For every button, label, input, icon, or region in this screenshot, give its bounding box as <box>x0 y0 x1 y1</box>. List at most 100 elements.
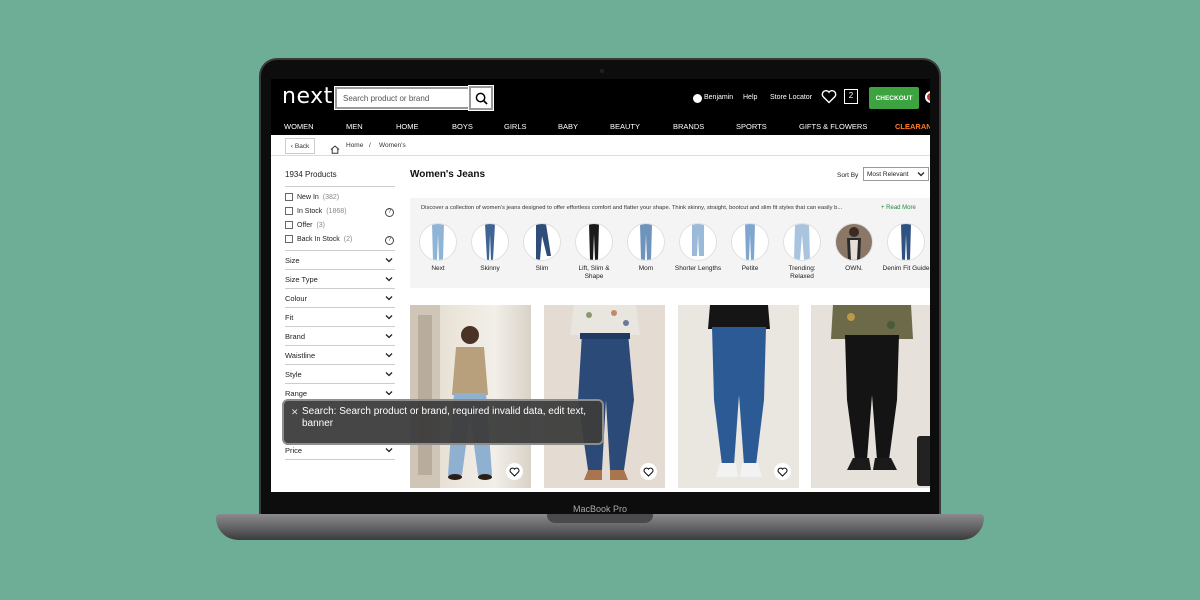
country-flag-icon[interactable] <box>925 91 930 103</box>
category-label: Skinny <box>480 265 500 272</box>
nav-women[interactable]: WOMEN <box>284 122 314 131</box>
filter-label: Brand <box>285 332 306 341</box>
nav-baby[interactable]: BABY <box>558 122 578 131</box>
nav-beauty[interactable]: BEAUTY <box>610 122 640 131</box>
checkbox-label: Offer <box>297 221 313 229</box>
filter-label: Size <box>285 256 300 265</box>
filter-label: Size Type <box>285 275 318 284</box>
filter-checkbox-new-in[interactable]: New In (382) <box>285 193 339 201</box>
heart-icon[interactable] <box>506 463 523 480</box>
search-button[interactable] <box>468 85 494 111</box>
nav-sports[interactable]: SPORTS <box>736 122 767 131</box>
next-logo[interactable]: next <box>282 84 333 109</box>
account-icon[interactable] <box>693 94 702 103</box>
checkbox[interactable] <box>285 221 293 229</box>
page-title: Women's Jeans <box>410 169 485 180</box>
breadcrumb-home[interactable]: Home <box>346 142 363 149</box>
category-label: Denim Fit Guide <box>882 265 930 272</box>
filter-size-type[interactable]: Size Type <box>285 270 395 289</box>
filter-brand[interactable]: Brand <box>285 327 395 346</box>
nav-home[interactable]: HOME <box>396 122 419 131</box>
checkbox[interactable] <box>285 207 293 215</box>
nav-clearance[interactable]: CLEARAN <box>895 122 930 131</box>
category-mom[interactable]: Mom <box>621 223 671 273</box>
filter-colour[interactable]: Colour <box>285 289 395 308</box>
chevron-down-icon <box>917 171 925 179</box>
checkbox-label: In Stock <box>297 207 323 215</box>
divider <box>285 186 395 187</box>
promo-description: Discover a collection of women's jeans d… <box>421 205 843 211</box>
back-button[interactable]: ‹ Back <box>285 138 315 154</box>
chevron-down-icon <box>385 351 393 360</box>
checkbox-label: Back In Stock <box>297 235 340 243</box>
main-nav: WOMEN MEN HOME BOYS GIRLS BABY BEAUTY BR… <box>271 120 930 135</box>
nav-men[interactable]: MEN <box>346 122 363 131</box>
chevron-down-icon <box>385 256 393 265</box>
base-notch <box>547 514 653 523</box>
filter-style[interactable]: Style <box>285 365 395 384</box>
nav-brands[interactable]: BRANDS <box>673 122 704 131</box>
nav-boys[interactable]: BOYS <box>452 122 473 131</box>
category-label: Shorter Lengths <box>674 265 722 272</box>
help-link[interactable]: Help <box>743 94 757 101</box>
checkbox-count: (3) <box>316 221 325 229</box>
checkbox-count: (2) <box>343 235 353 243</box>
product-image <box>410 305 492 488</box>
nav-gifts-flowers[interactable]: GIFTS & FLOWERS <box>799 122 867 131</box>
filter-label: Colour <box>285 294 308 303</box>
account-link[interactable]: Benjamin <box>704 94 733 101</box>
read-more-link[interactable]: + Read More <box>881 205 916 211</box>
favourites-icon[interactable] <box>821 89 837 109</box>
checkbox[interactable] <box>285 193 293 201</box>
help-icon[interactable]: ? <box>385 208 394 217</box>
filter-fit[interactable]: Fit <box>285 308 395 327</box>
product-card[interactable] <box>544 305 665 488</box>
category-image <box>471 223 509 261</box>
store-locator-link[interactable]: Store Locator <box>770 94 812 101</box>
sort-label: Sort By <box>837 172 859 179</box>
product-card[interactable] <box>811 305 930 488</box>
category-label: Slim <box>535 265 549 272</box>
voiceover-caption-panel: ✕ Search: Search product or brand, requi… <box>282 399 604 445</box>
filter-checkbox-in-stock[interactable]: In Stock (1868) <box>285 207 347 215</box>
category-denim-fit-guide[interactable]: Denim Fit Guide <box>881 223 930 273</box>
category-image <box>783 223 821 261</box>
category-petite[interactable]: Petite <box>725 223 775 273</box>
breadcrumb-womens[interactable]: Women's <box>379 142 406 149</box>
nav-girls[interactable]: GIRLS <box>504 122 527 131</box>
bag-icon[interactable]: 2 <box>844 89 858 104</box>
product-image <box>831 305 913 470</box>
category-image <box>575 223 613 261</box>
help-icon[interactable]: ? <box>385 236 394 245</box>
sort-select[interactable]: Most Relevant <box>863 167 929 181</box>
product-image <box>708 305 770 477</box>
product-card[interactable] <box>678 305 799 488</box>
checkbox-label: New In <box>297 193 319 201</box>
category-label: Trending: Relaxed <box>788 265 816 280</box>
category-image <box>835 223 873 261</box>
category-next[interactable]: Next <box>413 223 463 273</box>
filter-checkbox-back-in-stock[interactable]: Back In Stock (2) <box>285 235 352 243</box>
home-icon[interactable] <box>330 141 340 159</box>
checkout-button[interactable]: CHECKOUT <box>869 87 919 109</box>
filter-checkbox-offer[interactable]: Offer (3) <box>285 221 325 229</box>
filter-size[interactable]: Size <box>285 251 395 270</box>
category-label: Petite <box>741 265 759 272</box>
category-slim[interactable]: Slim <box>517 223 567 273</box>
filter-waistline[interactable]: Waistline <box>285 346 395 365</box>
heart-icon[interactable] <box>640 463 657 480</box>
heart-icon[interactable] <box>774 463 791 480</box>
laptop-base <box>216 514 984 540</box>
category-own[interactable]: OWN. <box>829 223 879 273</box>
search-input[interactable]: Search product or brand <box>334 86 472 110</box>
product-image <box>570 305 640 480</box>
close-icon[interactable]: ✕ <box>291 406 299 418</box>
product-card[interactable] <box>410 305 531 488</box>
checkbox[interactable] <box>285 235 293 243</box>
category-shorter-lengths[interactable]: Shorter Lengths <box>673 223 723 273</box>
category-skinny[interactable]: Skinny <box>465 223 515 273</box>
category-trending-relaxed[interactable]: Trending: Relaxed <box>777 223 827 281</box>
filter-label: Price <box>285 446 303 455</box>
category-lift-slim-shape[interactable]: Lift, Slim & Shape <box>569 223 619 281</box>
chevron-down-icon <box>385 370 393 379</box>
